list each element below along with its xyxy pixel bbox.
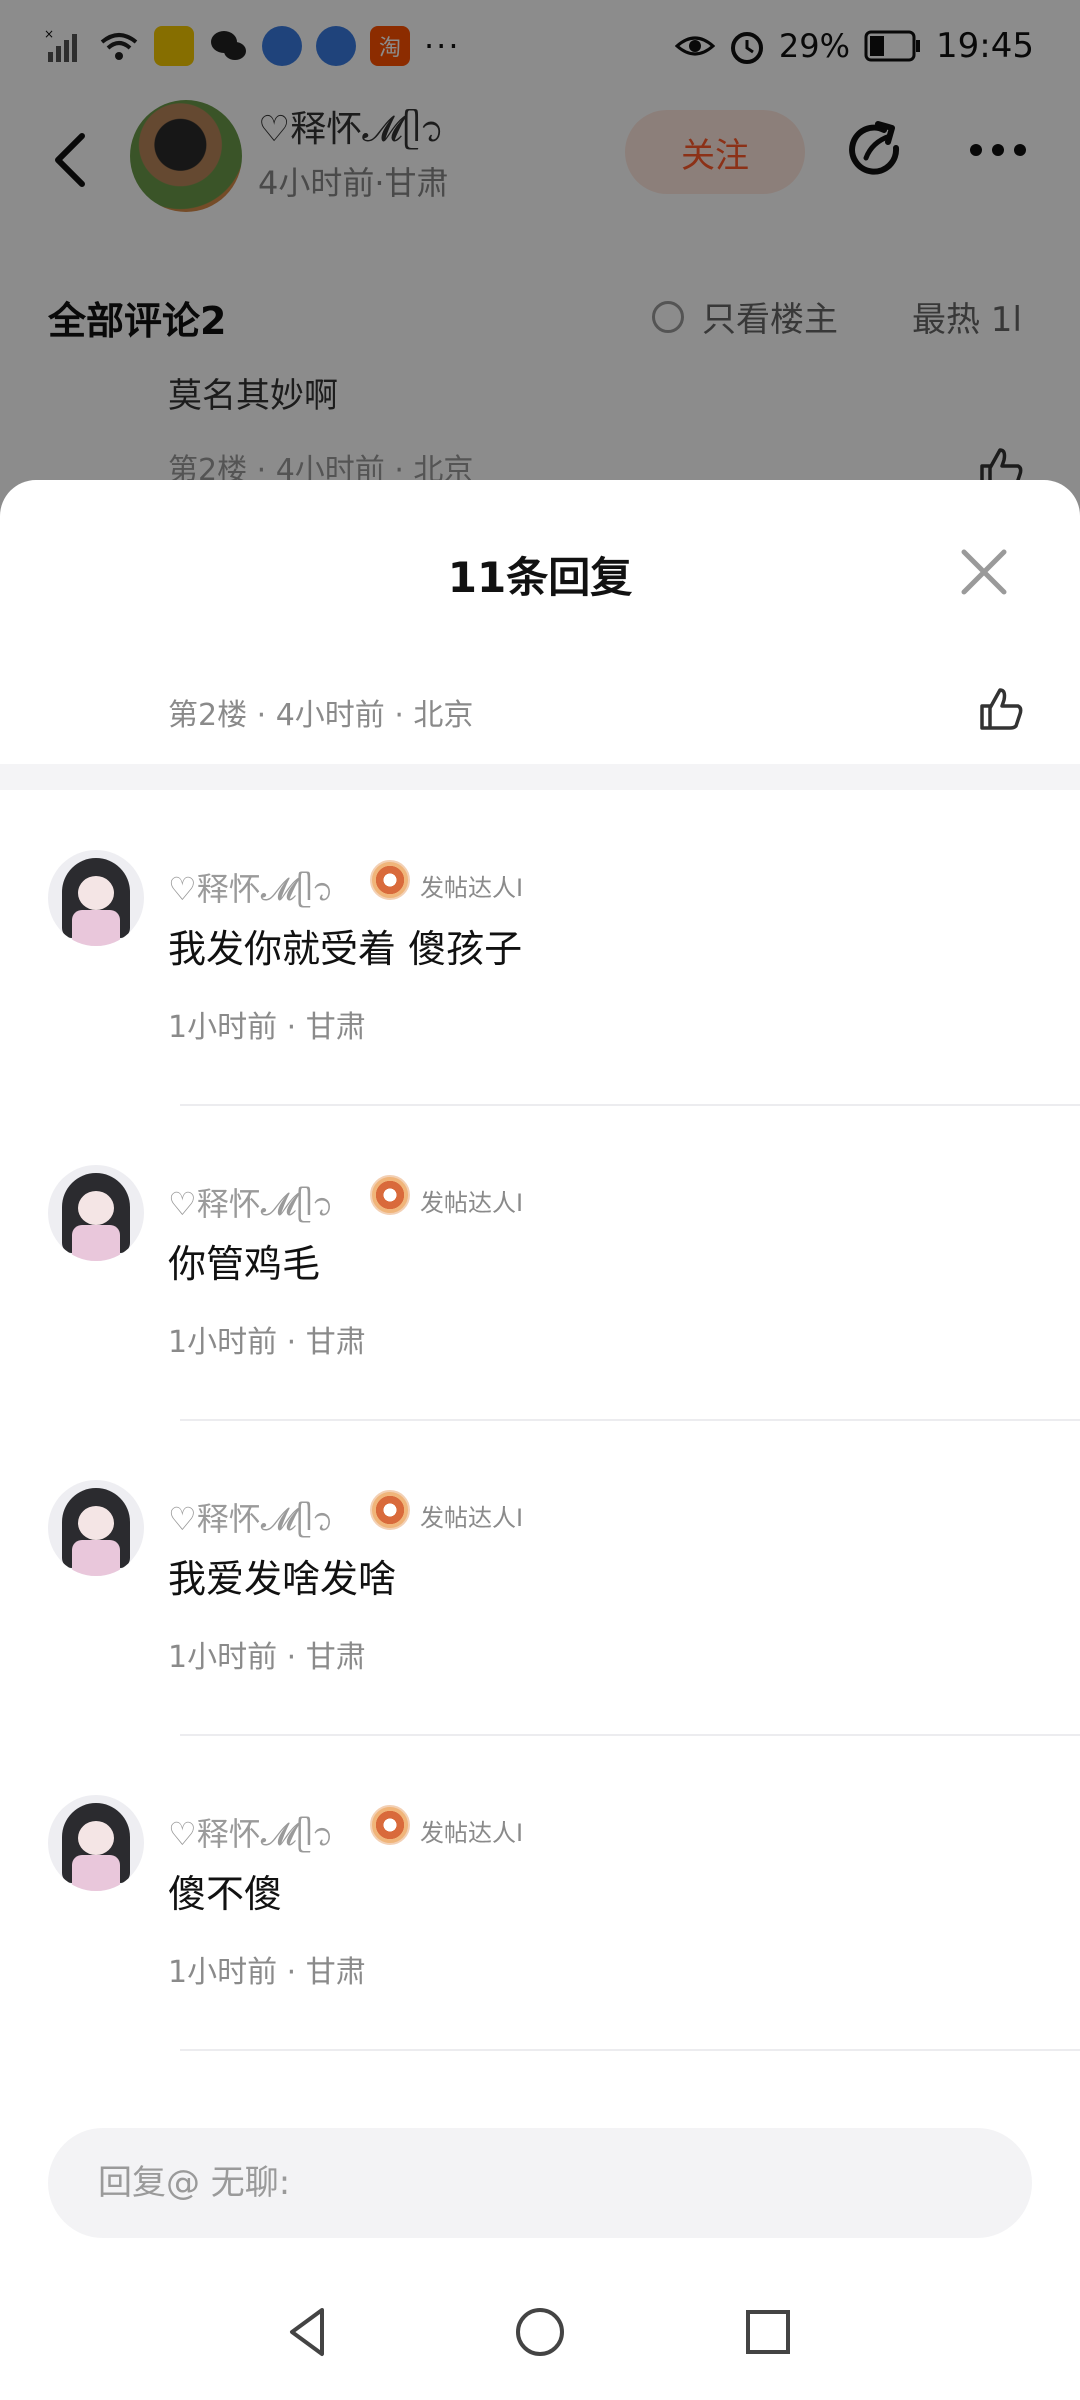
reply-text: 傻不傻 <box>168 1872 283 1916</box>
reply-item[interactable]: ♡释怀𝓜ᥫ᭡ 发帖达人I 你管鸡毛 1小时前 · 甘肃 <box>0 1165 1080 1480</box>
divider <box>180 2049 1080 2051</box>
reply-text: 我发你就受着 傻孩子 <box>168 927 523 971</box>
badge-label: 发帖达人I <box>420 1189 524 1217</box>
like-icon[interactable] <box>976 684 1026 734</box>
badge-icon <box>370 1490 410 1530</box>
reply-meta: 1小时前 · 甘肃 <box>168 1955 366 1990</box>
badge-label: 发帖达人I <box>420 1504 524 1532</box>
screen: × 淘 ··· 29% 19:45 ♡释怀𝓜ᥫ᭡ 4小时前·甘肃 关注 全部评论… <box>0 0 1080 2400</box>
close-icon[interactable] <box>958 546 1010 598</box>
reply-meta: 1小时前 · 甘肃 <box>168 1010 366 1045</box>
nav-recents-icon[interactable] <box>736 2300 800 2364</box>
nav-back-icon[interactable] <box>276 2300 340 2364</box>
badge-icon <box>370 860 410 900</box>
divider <box>180 1419 1080 1421</box>
replies-sheet: 11条回复 第2楼 · 4小时前 · 北京 ♡释怀𝓜ᥫ᭡ 发帖达人I 我发你就受… <box>0 480 1080 2400</box>
reply-input[interactable] <box>48 2128 1032 2238</box>
reply-meta: 1小时前 · 甘肃 <box>168 1325 366 1360</box>
system-nav-bar <box>0 2270 1080 2400</box>
reply-bar <box>0 2100 1080 2240</box>
reply-item[interactable]: ♡释怀𝓜ᥫ᭡ 发帖达人I 傻不傻 1小时前 · 甘肃 <box>0 1795 1080 2110</box>
divider <box>180 1734 1080 1736</box>
nav-home-icon[interactable] <box>508 2300 572 2364</box>
badge-label: 发帖达人I <box>420 1819 524 1847</box>
sheet-title: 11条回复 <box>447 553 633 602</box>
badge-label: 发帖达人I <box>420 874 524 902</box>
avatar[interactable] <box>48 1480 144 1576</box>
section-divider <box>0 764 1080 790</box>
reply-author-name[interactable]: ♡释怀𝓜ᥫ᭡ <box>168 1494 334 1554</box>
avatar[interactable] <box>48 1795 144 1891</box>
badge-icon <box>370 1175 410 1215</box>
reply-meta: 1小时前 · 甘肃 <box>168 1640 366 1675</box>
reply-item[interactable]: ♡释怀𝓜ᥫ᭡ 发帖达人I 我发你就受着 傻孩子 1小时前 · 甘肃 <box>0 850 1080 1165</box>
reply-author-name[interactable]: ♡释怀𝓜ᥫ᭡ <box>168 1809 334 1869</box>
reply-text: 你管鸡毛 <box>168 1242 321 1286</box>
divider <box>180 1104 1080 1106</box>
badge-icon <box>370 1805 410 1845</box>
reply-author-name[interactable]: ♡释怀𝓜ᥫ᭡ <box>168 1179 334 1239</box>
reply-text: 我爱发啥发啥 <box>168 1557 397 1601</box>
avatar[interactable] <box>48 1165 144 1261</box>
avatar[interactable] <box>48 850 144 946</box>
parent-comment-meta: 第2楼 · 4小时前 · 北京 <box>168 698 474 733</box>
reply-item[interactable]: ♡释怀𝓜ᥫ᭡ 发帖达人I 我爱发啥发啥 1小时前 · 甘肃 <box>0 1480 1080 1795</box>
reply-author-name[interactable]: ♡释怀𝓜ᥫ᭡ <box>168 864 334 924</box>
